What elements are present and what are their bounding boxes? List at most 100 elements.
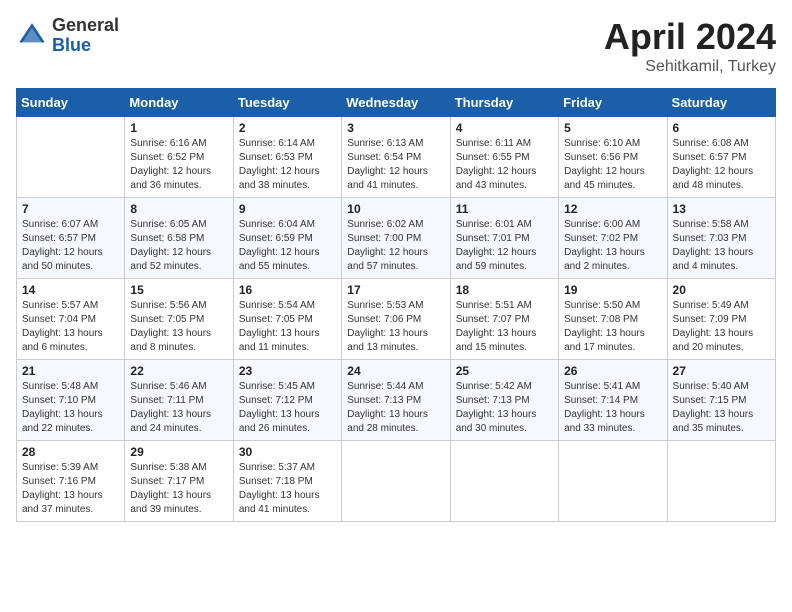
day-number: 1 [130, 121, 227, 135]
day-number: 7 [22, 202, 119, 216]
calendar-cell: 19 Sunrise: 5:50 AM Sunset: 7:08 PM Dayli… [559, 279, 667, 360]
calendar-cell: 11Sunrise: 6:01 AM Sunset: 7:01 PM Dayli… [450, 198, 558, 279]
day-number: 10 [347, 202, 444, 216]
calendar-cell [17, 117, 125, 198]
weekday-header: Tuesday [233, 89, 341, 117]
day-info: Sunrise: 6:02 AM Sunset: 7:00 PM Dayligh… [347, 218, 444, 274]
calendar-cell [559, 441, 667, 522]
weekday-header-row: SundayMondayTuesdayWednesdayThursdayFrid… [17, 89, 776, 117]
day-number: 25 [456, 364, 553, 378]
logo-text: General Blue [52, 16, 119, 56]
calendar-cell: 21Sunrise: 5:48 AM Sunset: 7:10 PM Dayli… [17, 360, 125, 441]
calendar-cell: 30 Sunrise: 5:37 AM Sunset: 7:18 PM Dayli… [233, 441, 341, 522]
calendar-table: SundayMondayTuesdayWednesdayThursdayFrid… [16, 88, 776, 522]
day-number: 12 [564, 202, 661, 216]
day-info: Sunrise: 6:04 AM Sunset: 6:59 PM Dayligh… [239, 218, 336, 274]
calendar-cell: 8 Sunrise: 6:05 AM Sunset: 6:58 PM Daylig… [125, 198, 233, 279]
calendar-cell: 27 Sunrise: 5:40 AM Sunset: 7:15 PM Dayli… [667, 360, 775, 441]
day-info: Sunrise: 5:37 AM Sunset: 7:18 PM Dayligh… [239, 461, 336, 517]
calendar-cell: 24 Sunrise: 5:44 AM Sunset: 7:13 PM Dayli… [342, 360, 450, 441]
day-number: 26 [564, 364, 661, 378]
weekday-header: Thursday [450, 89, 558, 117]
calendar-cell: 15Sunrise: 5:56 AM Sunset: 7:05 PM Dayli… [125, 279, 233, 360]
day-number: 20 [673, 283, 770, 297]
day-number: 22 [130, 364, 227, 378]
calendar-cell: 29 Sunrise: 5:38 AM Sunset: 7:17 PM Dayli… [125, 441, 233, 522]
weekday-header: Monday [125, 89, 233, 117]
day-number: 21 [22, 364, 119, 378]
day-number: 2 [239, 121, 336, 135]
day-info: Sunrise: 5:58 AM Sunset: 7:03 PM Dayligh… [673, 218, 770, 274]
day-info: Sunrise: 6:05 AM Sunset: 6:58 PM Dayligh… [130, 218, 227, 274]
day-info: Sunrise: 5:41 AM Sunset: 7:14 PM Dayligh… [564, 380, 661, 436]
calendar-cell: 18 Sunrise: 5:51 AM Sunset: 7:07 PM Dayli… [450, 279, 558, 360]
calendar-cell: 9 Sunrise: 6:04 AM Sunset: 6:59 PM Daylig… [233, 198, 341, 279]
day-info: Sunrise: 6:07 AM Sunset: 6:57 PM Dayligh… [22, 218, 119, 274]
day-info: Sunrise: 5:49 AM Sunset: 7:09 PM Dayligh… [673, 299, 770, 355]
calendar-cell: 28 Sunrise: 5:39 AM Sunset: 7:16 PM Dayli… [17, 441, 125, 522]
day-info: Sunrise: 5:50 AM Sunset: 7:08 PM Dayligh… [564, 299, 661, 355]
calendar-cell: 22 Sunrise: 5:46 AM Sunset: 7:11 PM Dayli… [125, 360, 233, 441]
logo-icon [16, 20, 48, 52]
weekday-header: Wednesday [342, 89, 450, 117]
day-info: Sunrise: 6:16 AM Sunset: 6:52 PM Dayligh… [130, 137, 227, 193]
calendar-week-row: 7 Sunrise: 6:07 AM Sunset: 6:57 PM Daylig… [17, 198, 776, 279]
title-block: April 2024 Sehitkamil, Turkey [604, 16, 776, 76]
day-number: 24 [347, 364, 444, 378]
calendar-cell: 14 Sunrise: 5:57 AM Sunset: 7:04 PM Dayli… [17, 279, 125, 360]
day-number: 8 [130, 202, 227, 216]
weekday-header: Saturday [667, 89, 775, 117]
weekday-header: Friday [559, 89, 667, 117]
calendar-cell: 7 Sunrise: 6:07 AM Sunset: 6:57 PM Daylig… [17, 198, 125, 279]
day-info: Sunrise: 5:38 AM Sunset: 7:17 PM Dayligh… [130, 461, 227, 517]
calendar-cell: 23Sunrise: 5:45 AM Sunset: 7:12 PM Dayli… [233, 360, 341, 441]
calendar-cell: 16Sunrise: 5:54 AM Sunset: 7:05 PM Dayli… [233, 279, 341, 360]
calendar-week-row: 1 Sunrise: 6:16 AM Sunset: 6:52 PM Daylig… [17, 117, 776, 198]
logo-general: General [52, 16, 119, 36]
day-info: Sunrise: 5:56 AM Sunset: 7:05 PM Dayligh… [130, 299, 227, 355]
day-info: Sunrise: 5:40 AM Sunset: 7:15 PM Dayligh… [673, 380, 770, 436]
calendar-cell: 4Sunrise: 6:11 AM Sunset: 6:55 PM Daylig… [450, 117, 558, 198]
calendar-cell: 10 Sunrise: 6:02 AM Sunset: 7:00 PM Dayli… [342, 198, 450, 279]
day-number: 6 [673, 121, 770, 135]
page-header: General Blue April 2024 Sehitkamil, Turk… [16, 16, 776, 76]
calendar-week-row: 28 Sunrise: 5:39 AM Sunset: 7:16 PM Dayli… [17, 441, 776, 522]
day-info: Sunrise: 5:44 AM Sunset: 7:13 PM Dayligh… [347, 380, 444, 436]
day-number: 27 [673, 364, 770, 378]
calendar-cell: 25Sunrise: 5:42 AM Sunset: 7:13 PM Dayli… [450, 360, 558, 441]
day-number: 13 [673, 202, 770, 216]
location-title: Sehitkamil, Turkey [604, 58, 776, 76]
day-number: 19 [564, 283, 661, 297]
day-number: 11 [456, 202, 553, 216]
day-number: 18 [456, 283, 553, 297]
day-number: 3 [347, 121, 444, 135]
day-info: Sunrise: 5:57 AM Sunset: 7:04 PM Dayligh… [22, 299, 119, 355]
day-info: Sunrise: 5:51 AM Sunset: 7:07 PM Dayligh… [456, 299, 553, 355]
calendar-week-row: 21Sunrise: 5:48 AM Sunset: 7:10 PM Dayli… [17, 360, 776, 441]
calendar-cell [667, 441, 775, 522]
day-number: 28 [22, 445, 119, 459]
day-number: 4 [456, 121, 553, 135]
day-info: Sunrise: 6:08 AM Sunset: 6:57 PM Dayligh… [673, 137, 770, 193]
day-info: Sunrise: 5:46 AM Sunset: 7:11 PM Dayligh… [130, 380, 227, 436]
day-info: Sunrise: 5:53 AM Sunset: 7:06 PM Dayligh… [347, 299, 444, 355]
logo-blue: Blue [52, 36, 119, 56]
day-info: Sunrise: 6:13 AM Sunset: 6:54 PM Dayligh… [347, 137, 444, 193]
logo: General Blue [16, 16, 119, 56]
day-number: 29 [130, 445, 227, 459]
day-number: 9 [239, 202, 336, 216]
calendar-cell: 12Sunrise: 6:00 AM Sunset: 7:02 PM Dayli… [559, 198, 667, 279]
calendar-cell: 1 Sunrise: 6:16 AM Sunset: 6:52 PM Daylig… [125, 117, 233, 198]
day-number: 17 [347, 283, 444, 297]
day-number: 14 [22, 283, 119, 297]
calendar-cell: 20 Sunrise: 5:49 AM Sunset: 7:09 PM Dayli… [667, 279, 775, 360]
calendar-cell: 13 Sunrise: 5:58 AM Sunset: 7:03 PM Dayli… [667, 198, 775, 279]
day-number: 30 [239, 445, 336, 459]
calendar-cell: 26 Sunrise: 5:41 AM Sunset: 7:14 PM Dayli… [559, 360, 667, 441]
day-info: Sunrise: 6:14 AM Sunset: 6:53 PM Dayligh… [239, 137, 336, 193]
calendar-cell [342, 441, 450, 522]
day-number: 16 [239, 283, 336, 297]
calendar-cell [450, 441, 558, 522]
day-info: Sunrise: 5:39 AM Sunset: 7:16 PM Dayligh… [22, 461, 119, 517]
day-number: 23 [239, 364, 336, 378]
